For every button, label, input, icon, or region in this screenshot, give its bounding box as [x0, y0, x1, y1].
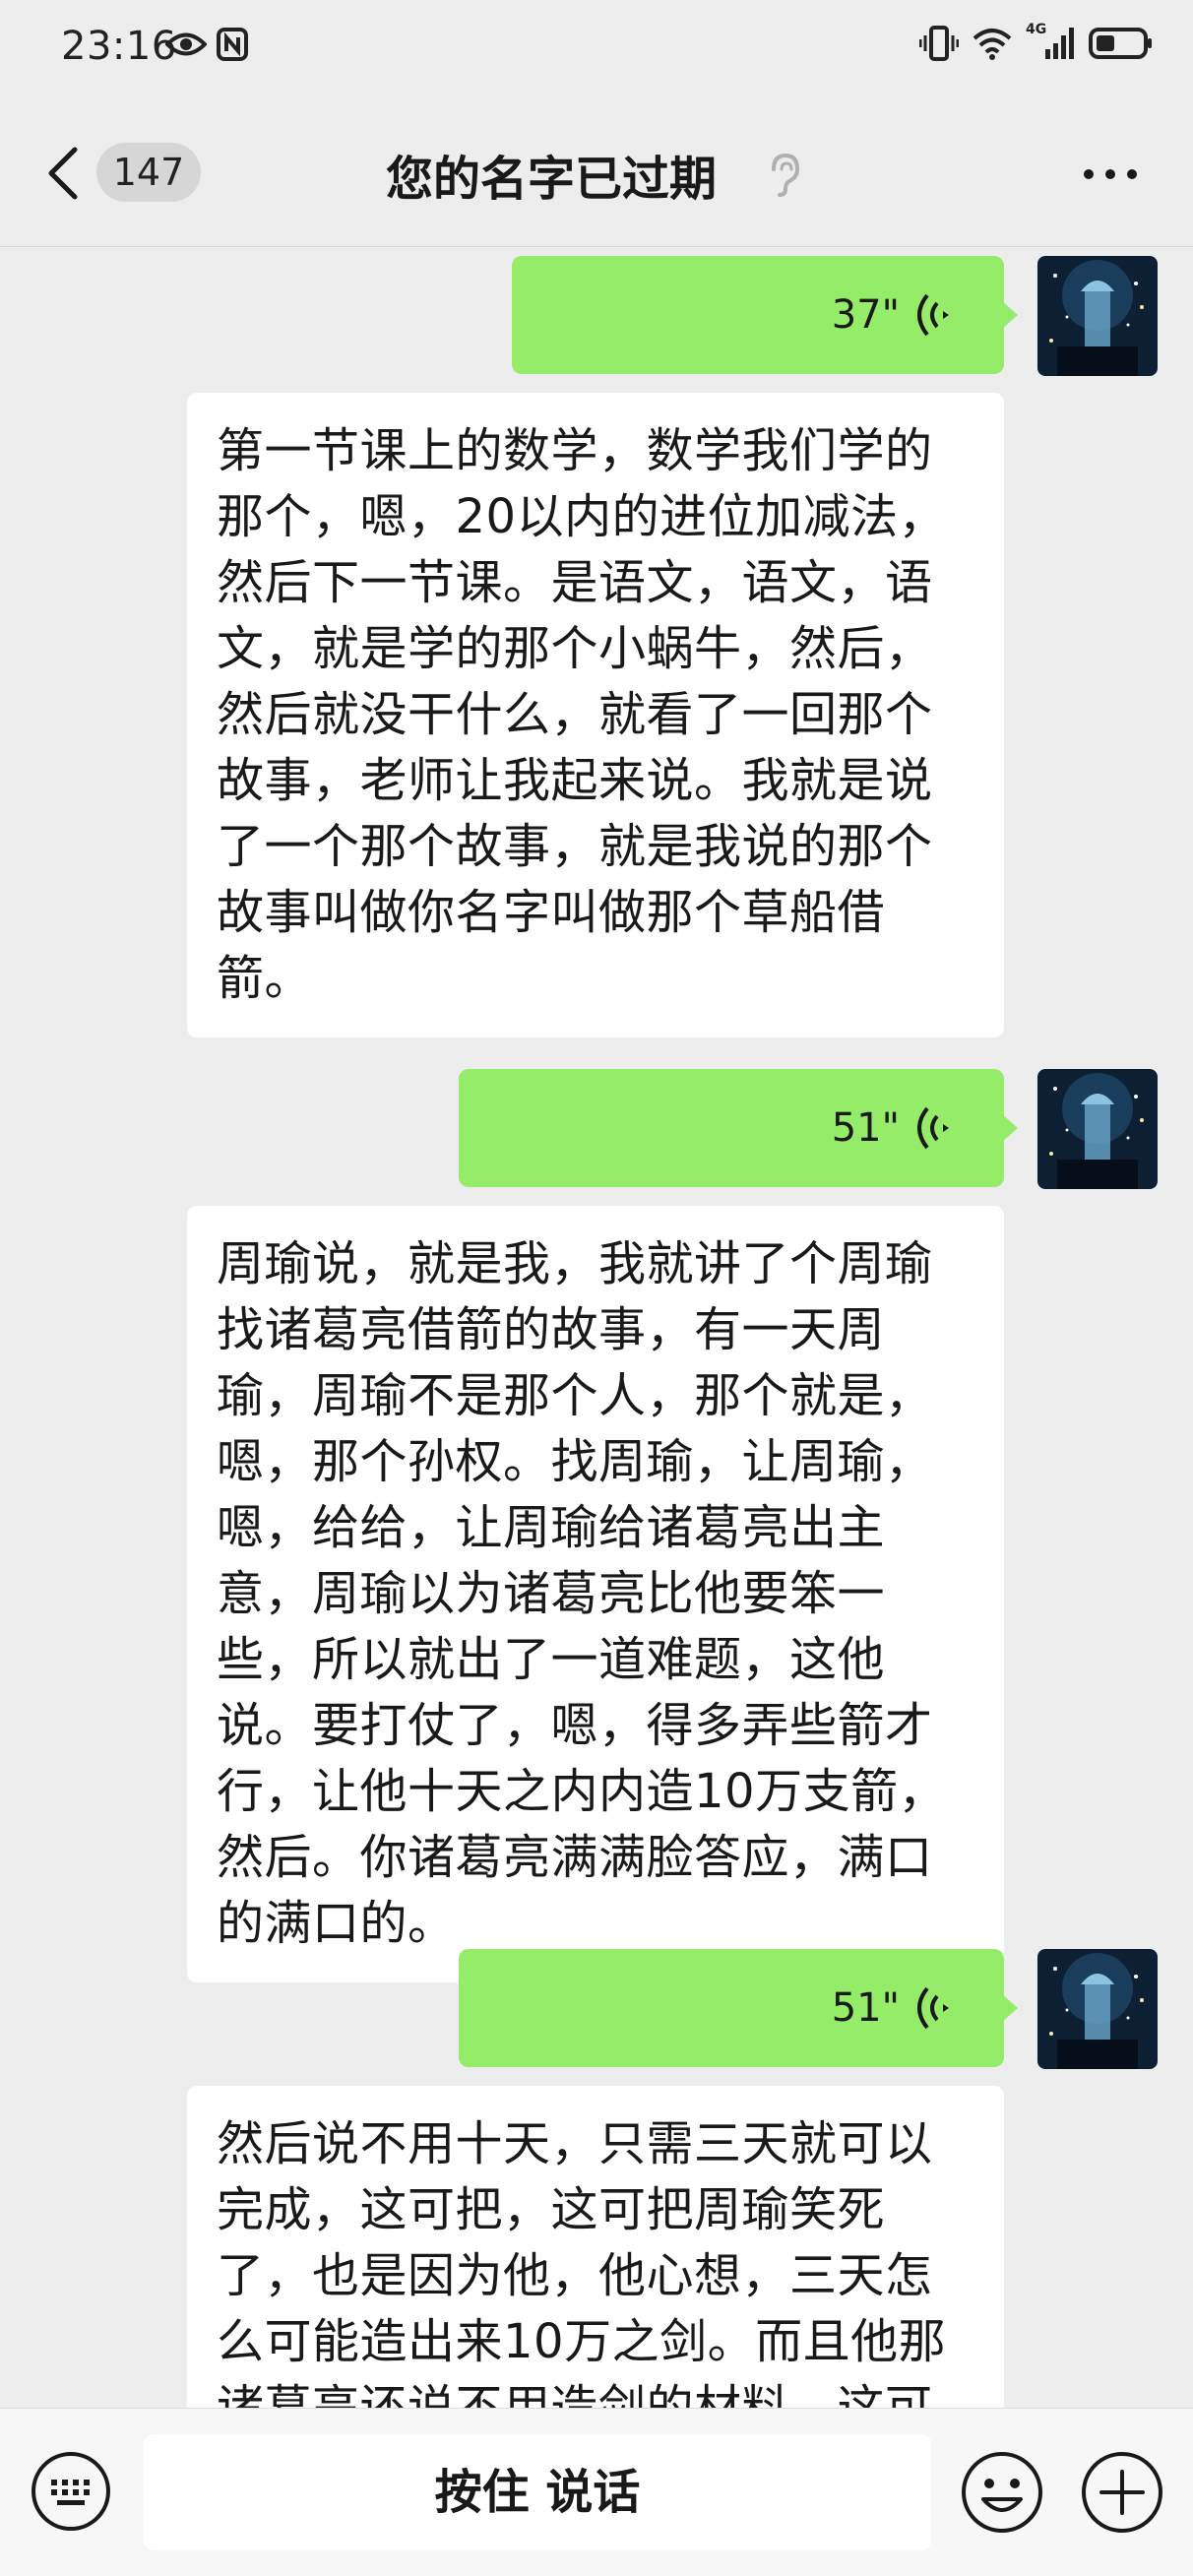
input-bar: 按住 说话 [0, 2408, 1193, 2576]
unread-count-badge[interactable]: 147 [96, 143, 201, 202]
avatar[interactable] [1037, 1069, 1158, 1189]
hold-to-talk-button[interactable]: 按住 说话 [144, 2434, 931, 2550]
text-message[interactable]: 然后说不用十天，只需三天就可以完成，这可把，这可把周瑜笑死了，也是因为他，他心想… [187, 2086, 1004, 2408]
battery-icon [1089, 28, 1152, 59]
signal-icon: 4G [1026, 22, 1075, 61]
avatar[interactable] [1037, 256, 1158, 376]
nfc-icon [217, 28, 248, 61]
voice-message[interactable]: 51" [459, 1949, 1018, 2067]
chat-message-list[interactable]: 37" 第一节课上的数学，数学我们学的那个，嗯，20以内的进位加减法，然后下一节… [0, 247, 1193, 2408]
voice-message[interactable]: 37" [512, 256, 1018, 374]
more-options-icon[interactable] [1081, 159, 1140, 189]
status-bar: 23:16 4G [0, 0, 1193, 98]
vibrate-icon [919, 26, 959, 61]
voice-duration: 51" [831, 1985, 900, 2031]
avatar[interactable] [1037, 1949, 1158, 2069]
back-icon[interactable] [39, 144, 89, 203]
text-message[interactable]: 周瑜说，就是我，我就讲了个周瑜找诸葛亮借箭的故事，有一天周瑜，周瑜不是那个人，那… [187, 1206, 1004, 1982]
keyboard-icon[interactable] [30, 2450, 112, 2533]
message-text: 周瑜说，就是我，我就讲了个周瑜找诸葛亮借箭的故事，有一天周瑜，周瑜不是那个人，那… [217, 1236, 947, 1951]
message-text: 然后说不用十天，只需三天就可以完成，这可把，这可把周瑜笑死了，也是因为他，他心想… [217, 2116, 947, 2408]
earpiece-mode-icon [772, 153, 800, 197]
eye-icon [165, 32, 207, 56]
wifi-icon [973, 29, 1012, 60]
message-text: 第一节课上的数学，数学我们学的那个，嗯，20以内的进位加减法，然后下一节课。是语… [217, 423, 947, 1006]
voice-playback-icon [917, 293, 949, 337]
voice-playback-icon [917, 1106, 949, 1150]
emoji-icon[interactable] [960, 2450, 1044, 2535]
text-message[interactable]: 第一节课上的数学，数学我们学的那个，嗯，20以内的进位加减法，然后下一节课。是语… [187, 393, 1004, 1037]
voice-playback-icon [917, 1986, 949, 2030]
status-time: 23:16 [61, 24, 177, 69]
voice-duration: 37" [831, 292, 900, 338]
voice-message[interactable]: 51" [459, 1069, 1018, 1187]
voice-duration: 51" [831, 1105, 900, 1151]
plus-icon[interactable] [1080, 2450, 1164, 2535]
chat-header: 147 您的名字已过期 [0, 98, 1193, 247]
chat-title: 您的名字已过期 [386, 152, 718, 207]
